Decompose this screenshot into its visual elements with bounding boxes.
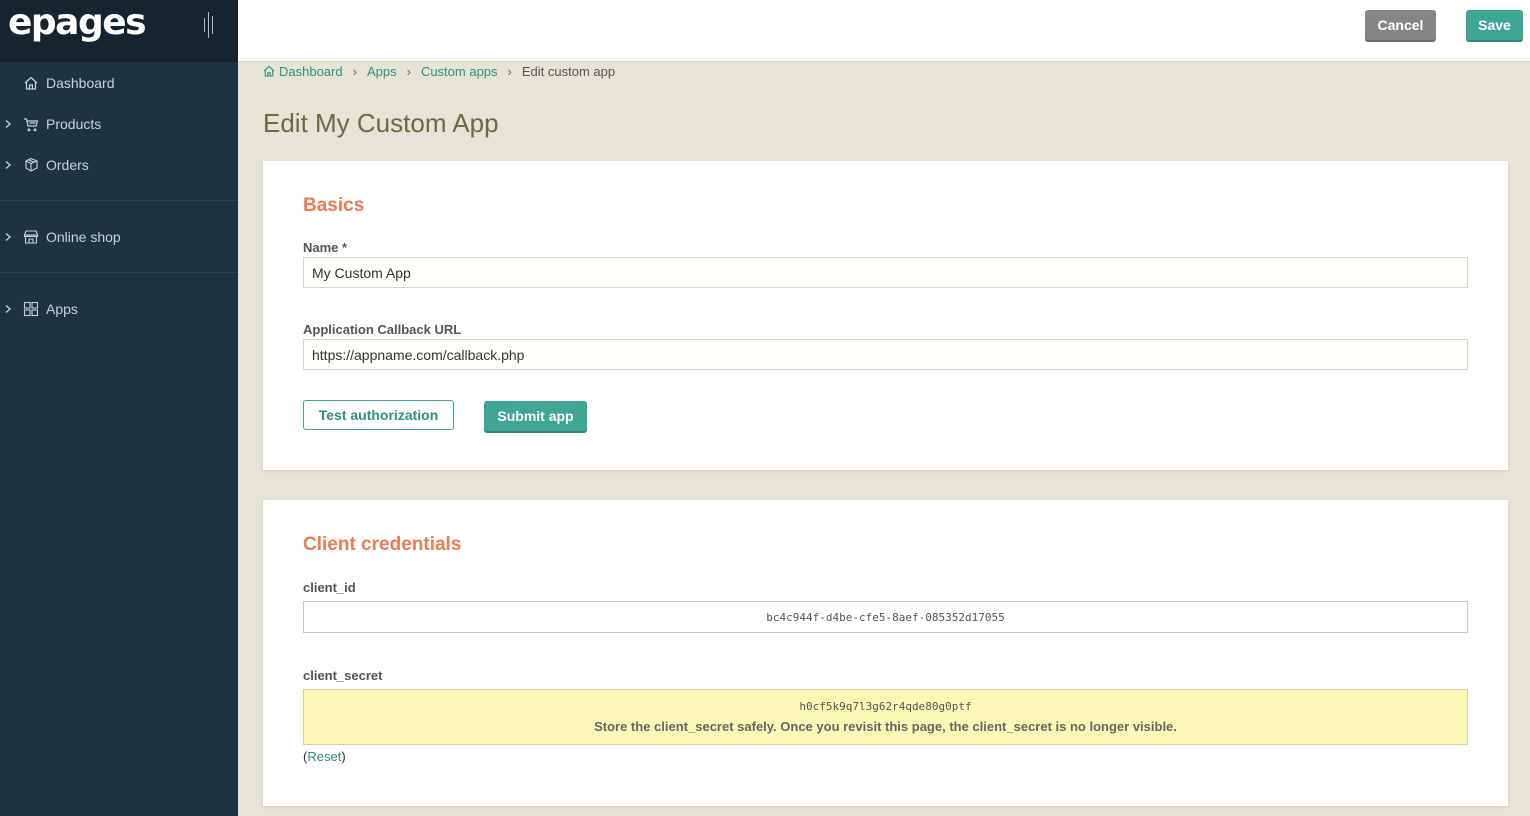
client-credentials-title: Client credentials — [303, 534, 462, 555]
sidebar-item-apps[interactable]: Apps — [0, 288, 238, 329]
reset-secret-link[interactable]: Reset — [307, 749, 341, 764]
chevron-right-icon — [5, 304, 11, 313]
submit-app-button[interactable]: Submit app — [484, 401, 587, 431]
sidebar-item-online-shop[interactable]: Online shop — [0, 216, 238, 257]
client-secret-label: client_secret — [303, 668, 383, 683]
client-secret-warning: Store the client_secret safely. Once you… — [594, 719, 1177, 734]
sidebar-nav: Dashboard Products Orders — [0, 62, 238, 185]
store-icon — [23, 229, 39, 244]
top-bar: Cancel Save — [238, 0, 1530, 62]
callback-url-label: Application Callback URL — [303, 322, 462, 337]
callback-url-input[interactable] — [303, 339, 1468, 370]
name-input[interactable] — [303, 257, 1468, 288]
sidebar-nav-apps: Apps — [0, 288, 238, 329]
collapse-sidebar-icon[interactable] — [204, 12, 216, 38]
sidebar-item-products[interactable]: Products — [0, 103, 238, 144]
home-icon — [24, 76, 38, 90]
chevron-right-icon — [5, 160, 11, 169]
reset-paren-close: ) — [341, 749, 346, 764]
apps-grid-icon — [23, 301, 39, 316]
chevron-right-icon: › — [352, 63, 357, 79]
sidebar-item-dashboard[interactable]: Dashboard — [0, 62, 238, 103]
chevron-right-icon — [5, 232, 11, 241]
sidebar-item-orders[interactable]: Orders — [0, 144, 238, 185]
breadcrumb-dashboard[interactable]: Dashboard — [279, 64, 343, 79]
breadcrumb-custom-apps[interactable]: Custom apps — [421, 64, 498, 79]
name-label: Name * — [303, 240, 348, 255]
breadcrumb-apps[interactable]: Apps — [367, 64, 397, 79]
home-icon — [263, 65, 275, 77]
orders-icon — [25, 157, 38, 172]
sidebar-header: epages — [0, 0, 238, 62]
sidebar-divider — [0, 200, 238, 201]
breadcrumb-current: Edit custom app — [521, 63, 616, 79]
client-secret-box: h0cf5k9q7l3g62r4qde80g0ptf Store the cli… — [303, 689, 1468, 745]
client-id-value: bc4c944f-d4be-cfe5-8aef-085352d17055 — [303, 601, 1468, 633]
sidebar-item-label: Online shop — [46, 228, 121, 245]
sidebar-item-label: Dashboard — [46, 74, 115, 91]
sidebar-nav-shop: Online shop — [0, 216, 238, 257]
client-credentials-card: Client credentials client_id bc4c944f-d4… — [263, 500, 1508, 806]
chevron-right-icon: › — [406, 63, 411, 79]
sidebar-item-label: Orders — [46, 156, 89, 173]
sidebar-item-label: Apps — [46, 300, 78, 317]
reset-line: (Reset) — [303, 749, 346, 764]
client-id-label: client_id — [303, 580, 356, 595]
cancel-button[interactable]: Cancel — [1365, 10, 1436, 40]
breadcrumb: Dashboard › Apps › Custom apps › Edit cu… — [263, 63, 615, 79]
page-title: Edit My Custom App — [263, 108, 499, 138]
client-secret-value: h0cf5k9q7l3g62r4qde80g0ptf — [799, 700, 972, 713]
chevron-right-icon: › — [507, 63, 512, 79]
basics-title: Basics — [303, 195, 365, 216]
sidebar: epages Dashboard Products Orders Online … — [0, 0, 238, 816]
sidebar-divider — [0, 272, 238, 273]
save-button[interactable]: Save — [1466, 10, 1523, 40]
cart-icon — [24, 117, 39, 131]
basics-card: Basics Name * Application Callback URL T… — [263, 161, 1508, 470]
test-authorization-button[interactable]: Test authorization — [303, 400, 454, 430]
sidebar-item-label: Products — [46, 115, 102, 132]
epages-logo[interactable]: epages — [8, 2, 147, 43]
chevron-right-icon — [5, 119, 11, 128]
